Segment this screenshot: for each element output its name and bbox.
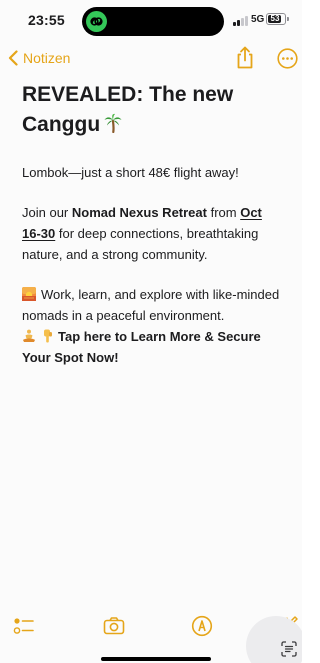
cta-description: Work, learn, and explore with like-minde… <box>22 287 280 323</box>
note-title: REVEALED: The new Canggu <box>22 80 284 140</box>
pointing-down-icon <box>44 329 52 343</box>
link-rings-icon <box>86 11 107 32</box>
retreat-text-3: for deep connections, breathtaking natur… <box>22 226 259 262</box>
back-button[interactable]: Notizen <box>8 48 70 68</box>
palm-tree-icon <box>104 113 122 133</box>
note-cta-paragraph: Work, learn, and explore with like-minde… <box>22 284 284 368</box>
camera-button[interactable] <box>103 615 125 637</box>
notes-screen: 23:55 5G 53 Notizen REVEALED: The new Ca… <box>0 0 302 663</box>
note-retreat-paragraph: Join our Nomad Nexus Retreat from Oct 16… <box>22 202 284 265</box>
sunrise-icon <box>22 287 36 301</box>
battery-level: 53 <box>270 14 280 23</box>
back-label: Notizen <box>23 50 71 66</box>
share-icon[interactable] <box>234 46 256 70</box>
retreat-text-2: from <box>206 205 241 220</box>
cta-link[interactable]: Tap here to Learn More & Secure Your Spo… <box>22 329 261 365</box>
checklist-button[interactable] <box>13 615 35 637</box>
status-bar: 23:55 5G 53 <box>0 0 302 40</box>
ellipsis-circle-icon[interactable] <box>277 48 298 69</box>
note-body[interactable]: REVEALED: The new Canggu Lombok—just a s… <box>22 80 284 368</box>
home-indicator[interactable] <box>101 657 211 661</box>
meditation-icon <box>23 329 35 342</box>
cellular-signal-icon <box>233 15 249 26</box>
dynamic-island[interactable] <box>82 7 224 36</box>
note-line-flight: Lombok—just a short 48€ flight away! <box>22 165 239 180</box>
camera-icon <box>103 617 125 635</box>
battery-nub <box>287 17 289 21</box>
text-scan-icon <box>281 641 297 657</box>
network-type: 5G <box>251 14 265 25</box>
markup-button[interactable] <box>191 615 213 637</box>
markup-pen-icon <box>191 615 213 637</box>
retreat-name: Nomad Nexus Retreat <box>71 205 207 220</box>
navigation-bar: Notizen <box>0 42 302 74</box>
battery-icon: 53 <box>266 13 286 25</box>
chevron-left-icon <box>8 50 18 66</box>
note-title-text: REVEALED: The new Canggu <box>22 83 234 136</box>
status-time: 23:55 <box>28 12 65 28</box>
checklist-icon <box>13 618 34 634</box>
retreat-text-1: Join our <box>22 205 72 220</box>
